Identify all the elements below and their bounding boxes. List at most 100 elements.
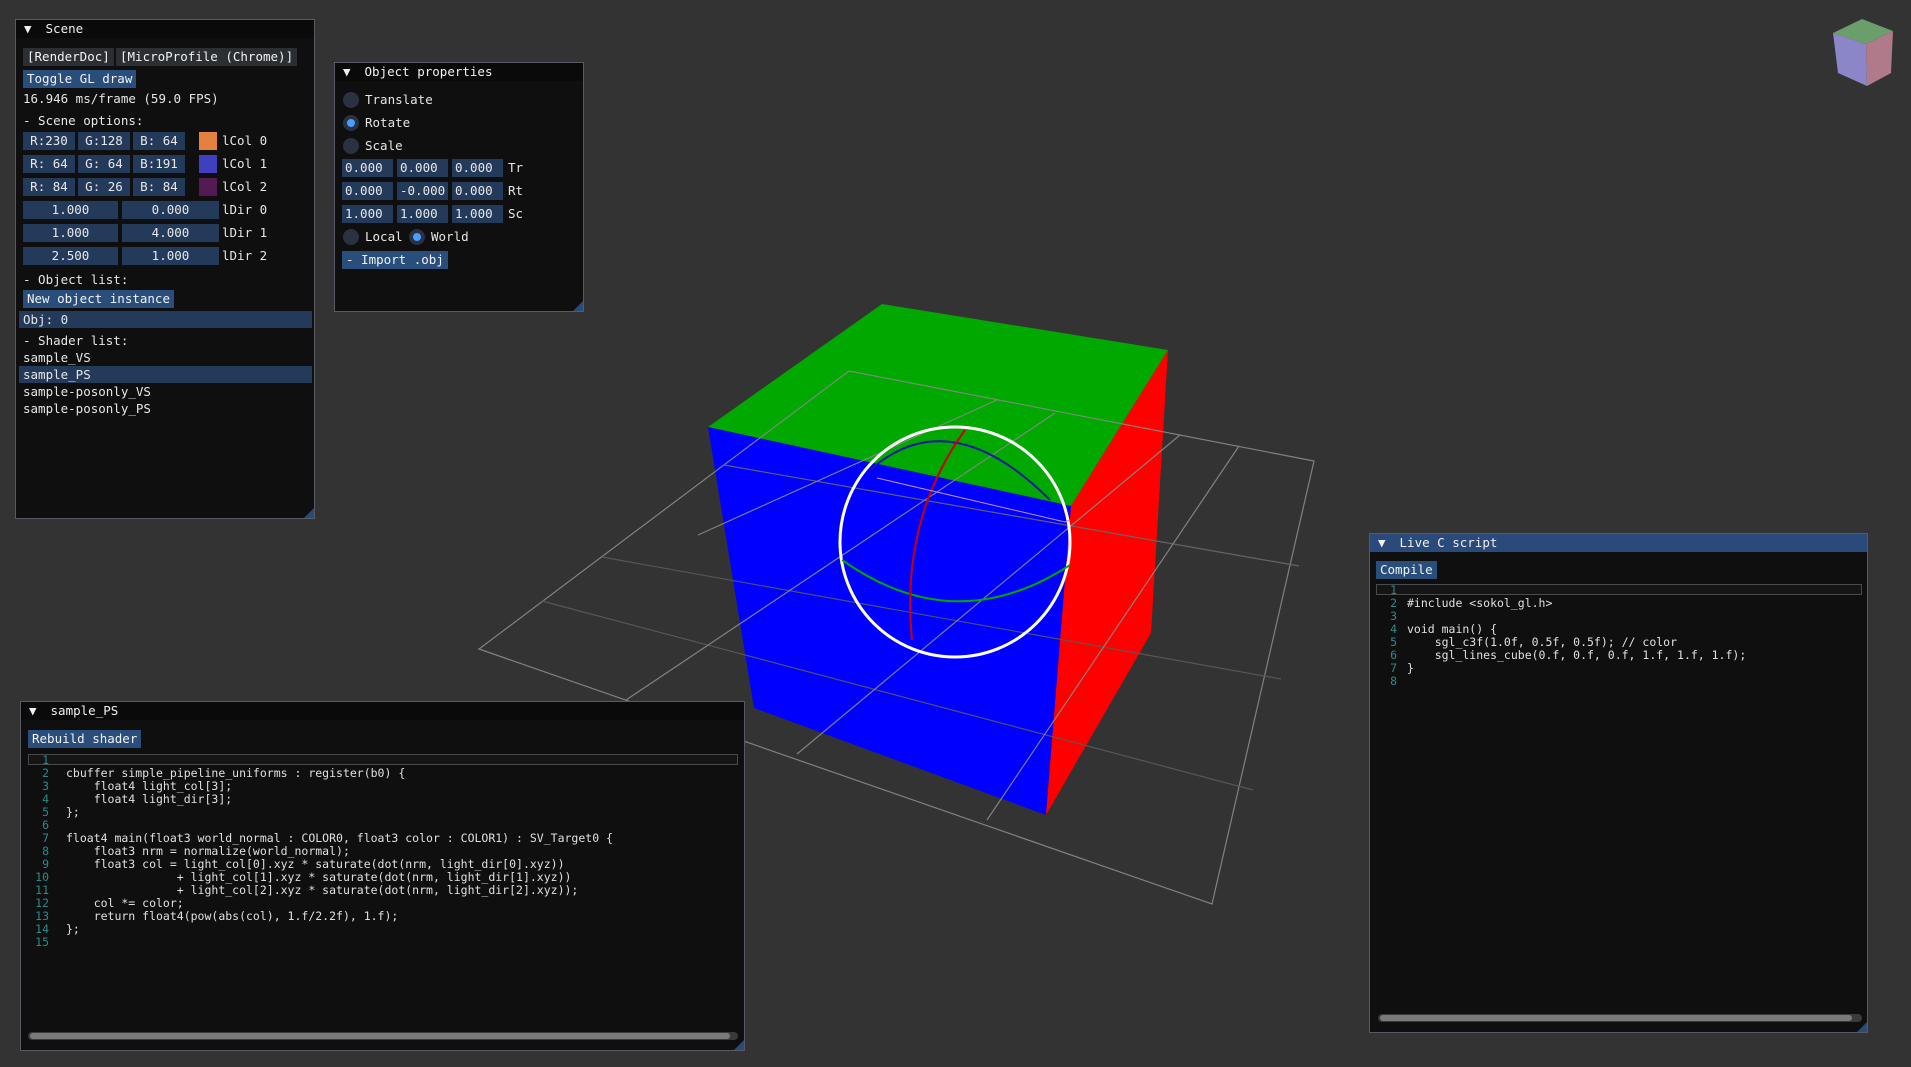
scale-row-label: Sc	[508, 206, 524, 221]
world-space-radio[interactable]	[409, 229, 425, 245]
collapse-triangle-icon[interactable]: ▼	[343, 63, 357, 81]
translate-x-field[interactable]: 0.000	[342, 159, 393, 177]
shader-list-item[interactable]: sample_VS	[23, 350, 91, 366]
light-col-2-b[interactable]: B: 84	[133, 178, 185, 196]
light-col-0-r[interactable]: R:230	[23, 132, 75, 150]
orientation-cube-gizmo[interactable]	[1833, 19, 1893, 86]
shader-code-editor[interactable]: cbuffer simple_pipeline_uniforms : regis…	[66, 754, 613, 949]
rotate-x-field[interactable]: 0.000	[342, 182, 393, 200]
resize-grip[interactable]	[734, 1040, 744, 1050]
line-number: 8	[1390, 674, 1397, 688]
scale-label[interactable]: Scale	[365, 138, 403, 154]
code-line[interactable]: return float4(pow(abs(col), 1.f/2.2f), 1…	[66, 910, 613, 923]
toggle-gl-draw-button[interactable]: Toggle GL draw	[23, 70, 137, 88]
import-obj-button[interactable]: - Import .obj	[342, 251, 448, 269]
light-dir-1-a[interactable]: 1.000	[23, 224, 118, 242]
resize-grip[interactable]	[573, 301, 583, 311]
translate-z-field[interactable]: 0.000	[452, 159, 503, 177]
light-col-2-g[interactable]: G: 26	[78, 178, 130, 196]
rotate-y-field[interactable]: -0.000	[397, 182, 448, 200]
light-dir-1-b[interactable]: 4.000	[122, 224, 219, 242]
scene-window[interactable]: ▼ Scene [RenderDoc] [MicroProfile (Chrom…	[15, 19, 315, 519]
shader-editor-window[interactable]: ▼ sample_PS Rebuild shader 1 2 3 4 5 6 7 8 9 10 11…	[20, 701, 745, 1051]
shader-list-item[interactable]: sample-posonly_PS	[23, 401, 151, 417]
collapse-triangle-icon[interactable]: ▼	[29, 702, 43, 720]
light-dir-2-label: lDir 2	[222, 248, 268, 263]
code-line[interactable]: };	[66, 923, 613, 936]
scale-y-field[interactable]: 1.000	[397, 205, 448, 223]
light-col-2-r[interactable]: R: 84	[23, 178, 75, 196]
object-properties-window[interactable]: ▼ Object properties Translate Rotate Sca…	[334, 62, 584, 312]
scale-radio[interactable]	[343, 138, 359, 154]
rebuild-shader-button[interactable]: Rebuild shader	[28, 730, 142, 748]
light-col-0-swatch[interactable]	[199, 132, 217, 150]
light-col-1-g[interactable]: G: 64	[78, 155, 130, 173]
renderdoc-button[interactable]: [RenderDoc]	[23, 48, 114, 66]
scrollbar-thumb[interactable]	[30, 1033, 730, 1039]
scene-title-bar[interactable]: ▼ Scene	[16, 20, 314, 38]
translate-y-field[interactable]: 0.000	[397, 159, 448, 177]
light-col-2-swatch[interactable]	[199, 178, 217, 196]
new-object-instance-button[interactable]: New object instance	[23, 290, 174, 308]
object-list-item[interactable]: Obj: 0	[23, 312, 68, 328]
code-line[interactable]: };	[66, 806, 613, 819]
live-script-title-bar[interactable]: ▼ Live C script	[1370, 534, 1867, 552]
microprofile-button[interactable]: [MicroProfile (Chrome)]	[116, 48, 298, 66]
line-numbers: 1 2 3 4 5 6 7 8 9 10 11 12 13 14 15	[27, 754, 49, 949]
rotate-row-label: Rt	[508, 183, 524, 198]
compile-button[interactable]: Compile	[1376, 561, 1437, 579]
shader-list-item[interactable]: sample-posonly_VS	[23, 384, 151, 400]
rotate-label[interactable]: Rotate	[365, 115, 410, 131]
resize-grip[interactable]	[304, 508, 314, 518]
scale-x-field[interactable]: 1.000	[342, 205, 393, 223]
light-dir-0-b[interactable]: 0.000	[122, 201, 219, 219]
script-code-editor[interactable]: #include <sokol_gl.h> void main() { sgl_…	[1407, 584, 1746, 688]
object-properties-title: Object properties	[364, 64, 493, 79]
horizontal-scrollbar[interactable]	[28, 1032, 738, 1040]
light-dir-0-a[interactable]: 1.000	[23, 201, 118, 219]
rotate-radio[interactable]	[343, 115, 359, 131]
scrollbar-thumb[interactable]	[1380, 1015, 1852, 1021]
object-list-header[interactable]: - Object list:	[23, 272, 128, 288]
light-dir-0-label: lDir 0	[222, 202, 268, 217]
object-properties-title-bar[interactable]: ▼ Object properties	[335, 63, 583, 81]
code-line[interactable]: }	[1407, 662, 1746, 675]
code-line[interactable]: float4 light_dir[3];	[66, 793, 613, 806]
translate-radio[interactable]	[343, 92, 359, 108]
translate-row-label: Tr	[508, 160, 524, 175]
horizontal-scrollbar[interactable]	[1378, 1014, 1862, 1022]
collapse-triangle-icon[interactable]: ▼	[1378, 534, 1392, 552]
live-script-title: Live C script	[1399, 535, 1498, 550]
line-number: 15	[35, 935, 49, 949]
scene-title: Scene	[45, 21, 84, 36]
frame-time-text: 16.946 ms/frame (59.0 FPS)	[23, 91, 219, 106]
light-dir-1-label: lDir 1	[222, 225, 268, 240]
shader-list-item[interactable]: sample_PS	[23, 367, 91, 383]
local-space-radio[interactable]	[343, 229, 359, 245]
light-col-2-label: lCol 2	[222, 179, 268, 194]
local-space-label[interactable]: Local	[365, 229, 403, 245]
code-line[interactable]	[66, 936, 613, 949]
live-script-window[interactable]: ▼ Live C script Compile 12345678 #includ…	[1369, 533, 1868, 1033]
light-dir-2-a[interactable]: 2.500	[23, 247, 118, 265]
translate-label[interactable]: Translate	[365, 92, 433, 108]
code-line[interactable]: sgl_lines_cube(0.f, 0.f, 0.f, 1.f, 1.f, …	[1407, 649, 1747, 662]
shader-editor-title-bar[interactable]: ▼ sample_PS	[21, 702, 744, 720]
collapse-triangle-icon[interactable]: ▼	[24, 20, 38, 38]
light-col-0-label: lCol 0	[222, 133, 268, 148]
light-col-1-r[interactable]: R: 64	[23, 155, 75, 173]
scene-options-header[interactable]: - Scene options:	[23, 113, 143, 129]
light-col-0-g[interactable]: G:128	[78, 132, 130, 150]
light-col-1-swatch[interactable]	[199, 155, 217, 173]
shader-list-header[interactable]: - Shader list:	[23, 333, 128, 349]
code-line[interactable]	[1407, 675, 1746, 688]
light-dir-2-b[interactable]: 1.000	[122, 247, 219, 265]
world-space-label[interactable]: World	[431, 229, 469, 245]
resize-grip[interactable]	[1857, 1022, 1867, 1032]
light-col-1-b[interactable]: B:191	[133, 155, 185, 173]
code-line[interactable]: #include <sokol_gl.h>	[1407, 597, 1746, 610]
light-col-1-label: lCol 1	[222, 156, 268, 171]
rotate-z-field[interactable]: 0.000	[452, 182, 503, 200]
scale-z-field[interactable]: 1.000	[452, 205, 503, 223]
light-col-0-b[interactable]: B: 64	[133, 132, 185, 150]
